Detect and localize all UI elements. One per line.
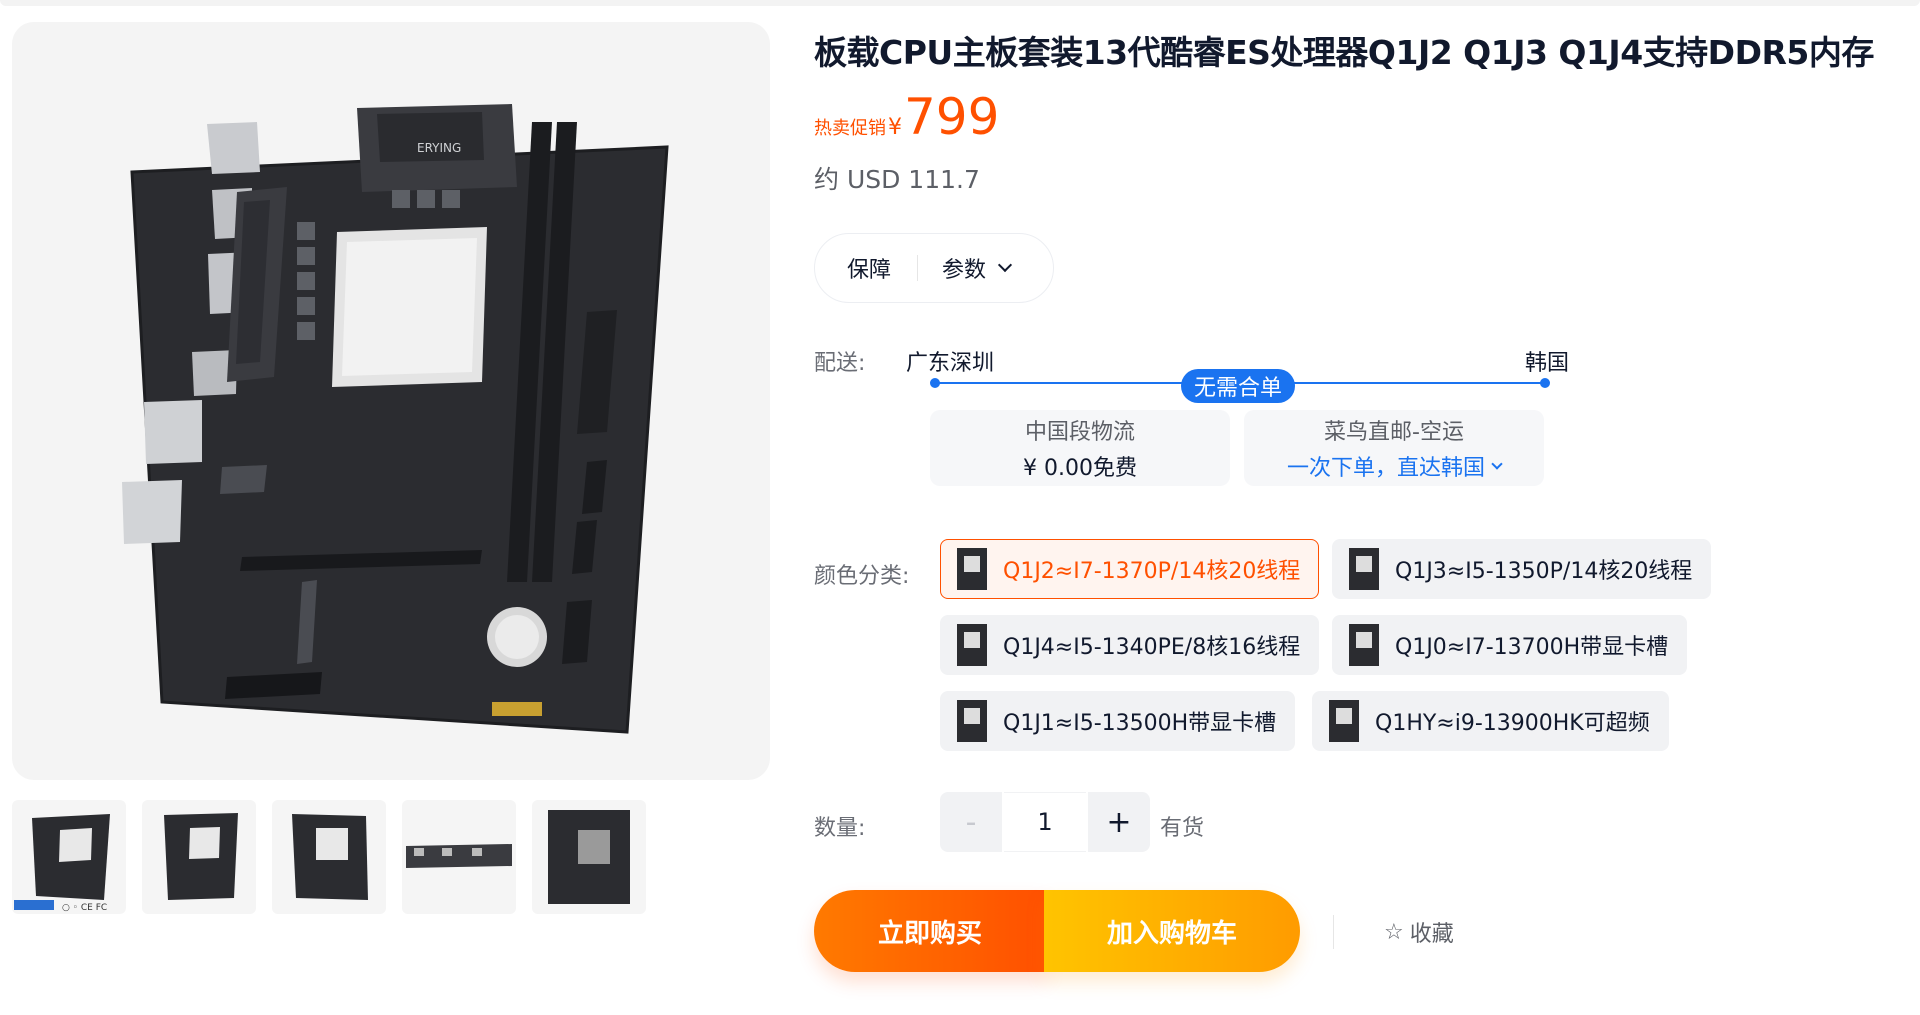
quantity-increase-button[interactable]: +	[1088, 792, 1150, 852]
variant-label-text: Q1J3≈I5-1350P/14核20线程	[1395, 559, 1693, 584]
svg-text:○ ◦ CE FC: ○ ◦ CE FC	[62, 903, 107, 913]
variant-label-text: Q1J2≈I7-1370P/14核20线程	[1003, 559, 1301, 584]
quantity-label: 数量:	[814, 816, 866, 841]
variant-label-text: Q1J1≈I5-13500H带显卡槽	[1003, 711, 1277, 736]
top-edge	[0, 0, 1920, 6]
favorite-button[interactable]: ☆ 收藏	[1384, 916, 1454, 948]
motherboard-illustration: ERYING	[122, 104, 669, 734]
favorite-label: 收藏	[1409, 922, 1454, 947]
thumbnail-5[interactable]	[532, 800, 646, 914]
star-outline-icon: ☆	[1384, 919, 1404, 945]
chevron-down-icon	[1491, 457, 1503, 470]
guarantee-tab[interactable]: 保障	[815, 252, 891, 284]
price-row: 热卖促销 ¥ 799	[814, 88, 999, 146]
variant-option-q1j0[interactable]: Q1J0≈I7-13700H带显卡槽	[1332, 615, 1688, 675]
cpu-board-icon	[1349, 624, 1379, 666]
variant-option-q1j4[interactable]: Q1J4≈I5-1340PE/8核16线程	[940, 615, 1320, 675]
variant-option-q1hy[interactable]: Q1HY≈i9-13900HK可超频	[1312, 691, 1669, 751]
variant-label-text: Q1HY≈i9-13900HK可超频	[1375, 711, 1650, 736]
cpu-board-icon	[957, 700, 987, 742]
quantity-decrease-button[interactable]: -	[940, 792, 1002, 852]
variant-label: 颜色分类:	[814, 564, 910, 589]
intl-desc: 一次下单，直达韩国	[1286, 456, 1485, 481]
cpu-board-icon	[957, 548, 987, 590]
board-brand-text: ERYING	[417, 141, 461, 155]
shipping-label: 配送:	[814, 351, 866, 376]
chevron-down-icon	[997, 257, 1013, 273]
route-start-dot	[930, 378, 940, 388]
quantity-input[interactable]: 1	[1004, 792, 1086, 852]
intl-title: 菜鸟直邮-空运	[1324, 420, 1464, 445]
variant-option-q1j2[interactable]: Q1J2≈I7-1370P/14核20线程	[940, 539, 1320, 599]
params-label: 参数	[942, 258, 987, 283]
variant-option-q1j1[interactable]: Q1J1≈I5-13500H带显卡槽	[940, 691, 1296, 751]
cpu-board-icon	[1349, 548, 1379, 590]
intl-shipping-card: 菜鸟直邮-空运 一次下单，直达韩国	[1244, 410, 1544, 486]
variant-label-text: Q1J0≈I7-13700H带显卡槽	[1395, 635, 1669, 660]
divider	[1333, 915, 1334, 949]
domestic-fee: ¥ 0.00免费	[1023, 456, 1137, 481]
ship-from: 广东深圳	[906, 351, 995, 376]
add-to-cart-button[interactable]: 加入购物车	[1044, 890, 1300, 972]
promo-label: 热卖促销	[814, 118, 886, 139]
thumbnail-2[interactable]	[142, 800, 256, 914]
price-value: 799	[904, 88, 1000, 146]
thumbnail-strip: ○ ◦ CE FC	[10, 798, 646, 916]
product-title: 板载CPU主板套装13代酷睿ES处理器Q1J2 Q1J3 Q1J4支持DDR5内…	[814, 33, 1874, 72]
intl-link[interactable]: 一次下单，直达韩国	[1286, 450, 1503, 482]
info-tabs: 保障 参数	[814, 233, 1054, 303]
usd-price: 约 USD 111.7	[814, 165, 980, 194]
thumbnail-4[interactable]	[402, 800, 516, 914]
currency-symbol: ¥	[888, 115, 902, 140]
cpu-board-icon	[1329, 700, 1359, 742]
variant-label-text: Q1J4≈I5-1340PE/8核16线程	[1003, 635, 1301, 660]
domestic-title: 中国段物流	[1024, 420, 1135, 445]
params-tab[interactable]: 参数	[918, 252, 1013, 284]
cpu-board-icon	[957, 624, 987, 666]
route-end-dot	[1540, 378, 1550, 388]
thumbnail-3[interactable]	[272, 800, 386, 914]
variant-option-q1j3[interactable]: Q1J3≈I5-1350P/14核20线程	[1332, 539, 1712, 599]
stock-status: 有货	[1160, 816, 1205, 841]
route-badge: 无需合单	[1181, 369, 1295, 403]
main-product-image[interactable]: ERYING	[12, 22, 770, 780]
buy-now-button[interactable]: 立即购买	[814, 890, 1046, 972]
domestic-shipping-card: 中国段物流 ¥ 0.00免费	[930, 410, 1230, 486]
ship-to: 韩国	[1525, 351, 1570, 376]
thumbnail-1[interactable]: ○ ◦ CE FC	[10, 798, 128, 916]
